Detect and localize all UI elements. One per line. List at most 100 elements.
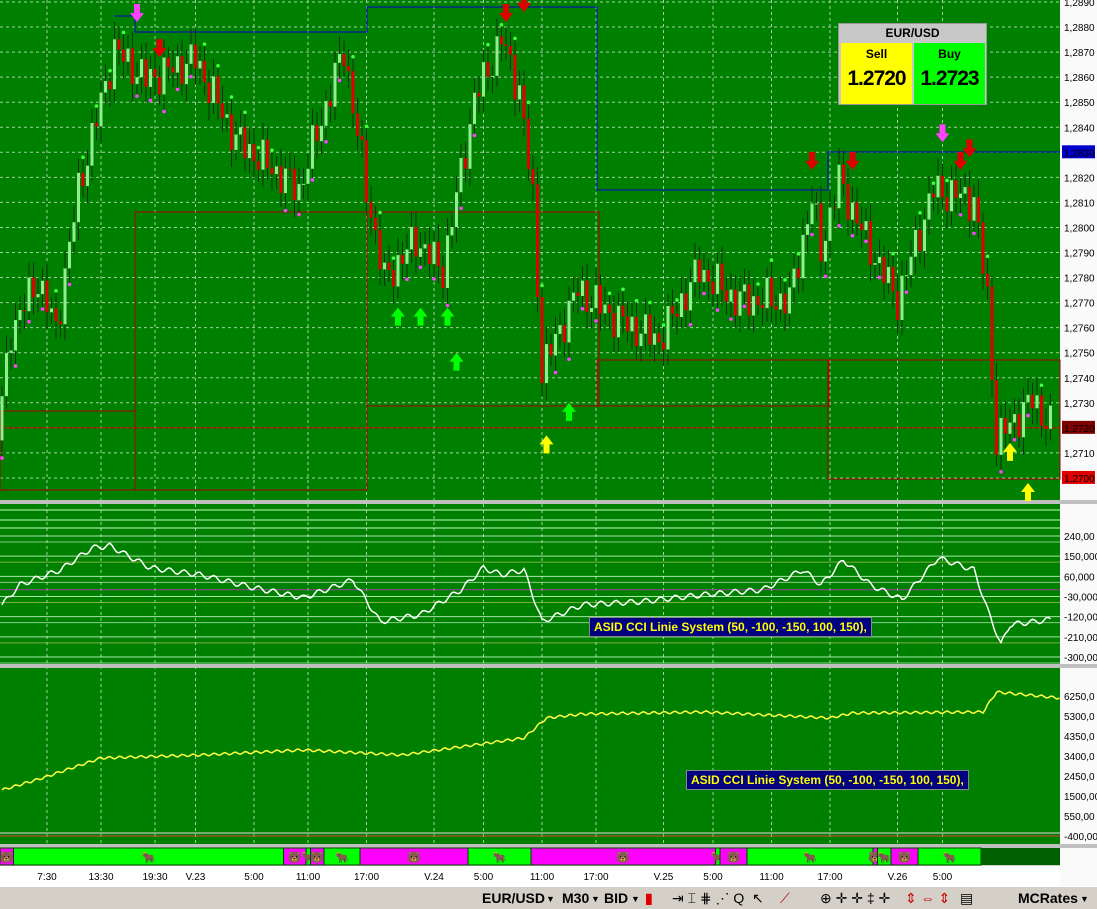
candle bbox=[806, 224, 809, 235]
sar-dot bbox=[877, 275, 882, 280]
candle bbox=[81, 172, 85, 187]
candle bbox=[824, 240, 827, 262]
candle bbox=[54, 308, 58, 322]
sar-dot bbox=[297, 212, 301, 217]
side-dropdown[interactable]: BID bbox=[604, 890, 628, 906]
time-axis-label: 11:00 bbox=[530, 872, 555, 883]
candle bbox=[252, 144, 256, 162]
candle bbox=[788, 287, 791, 314]
candle bbox=[149, 68, 152, 87]
candle bbox=[977, 197, 980, 223]
candle bbox=[185, 63, 188, 85]
chart-type-icon[interactable]: ▮ bbox=[645, 890, 653, 907]
time-axis-label: 17:00 bbox=[817, 872, 842, 883]
candle bbox=[693, 259, 697, 283]
sar-dot bbox=[945, 178, 949, 183]
price-axis-label: 1,2880 bbox=[1064, 23, 1095, 34]
sar-dot bbox=[918, 211, 922, 215]
sar-dot bbox=[742, 304, 747, 309]
candle bbox=[86, 165, 89, 187]
candle bbox=[954, 180, 958, 198]
candle bbox=[720, 263, 724, 291]
provider-dropdown[interactable]: MCRates bbox=[1018, 890, 1078, 906]
sar-dot bbox=[594, 319, 598, 323]
candle bbox=[1022, 402, 1025, 438]
candle bbox=[549, 344, 553, 356]
candle bbox=[644, 314, 647, 334]
bear-icon: 🐻 bbox=[288, 850, 302, 864]
draw-icon[interactable]: ⟋ bbox=[780, 890, 790, 907]
sar-dot bbox=[310, 178, 315, 182]
time-axis-label: V.24 bbox=[424, 872, 444, 883]
candle bbox=[216, 76, 220, 104]
bull-icon: 🐂 bbox=[142, 851, 156, 864]
equity-axis-label: 1500,00 bbox=[1064, 792, 1097, 803]
sar-dot bbox=[553, 370, 558, 375]
candle bbox=[171, 67, 175, 73]
candle bbox=[680, 293, 683, 318]
candle bbox=[896, 291, 899, 320]
candle bbox=[14, 320, 17, 351]
candle bbox=[248, 144, 251, 159]
chevron-down-icon: ▼ bbox=[1080, 894, 1089, 904]
sar-dot bbox=[526, 100, 531, 105]
time-axis-label: 11:00 bbox=[296, 872, 321, 883]
candle bbox=[527, 118, 530, 170]
candle bbox=[716, 263, 719, 295]
sar-dot bbox=[891, 251, 895, 256]
candle bbox=[752, 296, 755, 316]
candle bbox=[563, 325, 566, 343]
candle bbox=[792, 268, 796, 288]
candle bbox=[41, 280, 44, 295]
sar-dot bbox=[985, 254, 990, 259]
candle bbox=[707, 269, 710, 282]
chevron-down-icon: ▼ bbox=[546, 894, 555, 904]
candle bbox=[558, 325, 562, 334]
cci-axis-label: 240,00 bbox=[1064, 532, 1095, 543]
bull-icon: 🐂 bbox=[943, 851, 957, 864]
candle bbox=[257, 161, 260, 170]
equity-axis-label: 3400,0 bbox=[1064, 752, 1095, 763]
sar-dot bbox=[162, 109, 166, 114]
candle bbox=[230, 114, 233, 150]
candle bbox=[446, 235, 449, 288]
candle bbox=[1044, 425, 1048, 429]
sar-dot bbox=[67, 282, 72, 287]
tool-icons[interactable]: ⇥ ⌶ ⋕ ⋰ Q bbox=[672, 890, 744, 907]
sar-dot bbox=[121, 30, 126, 35]
candle bbox=[900, 275, 904, 320]
candle bbox=[392, 269, 395, 287]
candle bbox=[761, 304, 764, 309]
candle bbox=[738, 291, 742, 316]
scale-icons[interactable]: ⇕ ⇔ ⇕ bbox=[905, 890, 950, 907]
template-icon[interactable]: ▤ bbox=[960, 890, 973, 907]
price-axis-label: 1,2820 bbox=[1064, 173, 1095, 184]
candle bbox=[176, 56, 179, 73]
chart-canvas[interactable]: 1,2890 1,2880 1,2870 1,2860 1,2850 1,2840 1,28… bbox=[0, 0, 1097, 886]
sar-dot bbox=[189, 74, 193, 79]
zoom-icons[interactable]: ⊕ ✛ ✛ ‡ ✛ bbox=[820, 890, 890, 907]
candle bbox=[131, 48, 134, 85]
candle bbox=[275, 166, 278, 175]
candle bbox=[522, 85, 526, 119]
time-axis-label: 7:30 bbox=[37, 872, 57, 883]
chevron-down-icon: ▼ bbox=[631, 894, 640, 904]
pane-divider bbox=[0, 664, 1097, 668]
time-axis-label: 17:00 bbox=[583, 872, 608, 883]
timeframe-dropdown[interactable]: M30 bbox=[562, 890, 589, 906]
candle bbox=[770, 277, 773, 307]
sell-label: Sell bbox=[865, 47, 888, 61]
candle bbox=[441, 266, 445, 288]
candle bbox=[810, 203, 814, 225]
candle bbox=[207, 82, 211, 104]
sell-button[interactable]: Sell 1.2720 bbox=[841, 43, 912, 104]
sar-dot bbox=[27, 319, 31, 324]
symbol-dropdown[interactable]: EUR/USD bbox=[482, 890, 545, 906]
equity-axis-label: 5300,0 bbox=[1064, 712, 1095, 723]
cursor-icon[interactable]: ↖ bbox=[752, 890, 764, 907]
candle bbox=[198, 60, 202, 69]
buy-button[interactable]: Buy 1.2723 bbox=[914, 43, 985, 104]
candle bbox=[1040, 395, 1043, 426]
time-axis-label: 5:00 bbox=[933, 872, 953, 883]
time-axis-label: 17:00 bbox=[354, 872, 379, 883]
